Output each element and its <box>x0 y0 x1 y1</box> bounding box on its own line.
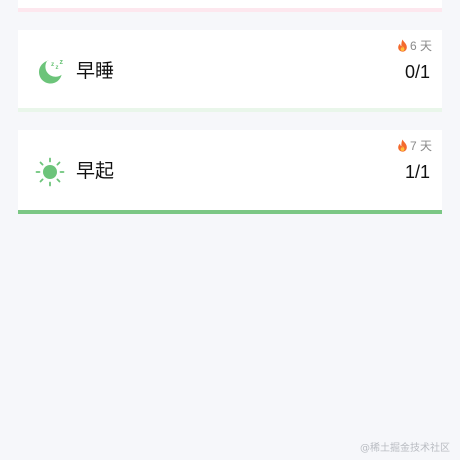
streak-text: 6 天 <box>409 39 432 53</box>
streak-badge: 7 天 <box>397 137 432 154</box>
fire-icon <box>398 139 407 152</box>
svg-text:z: z <box>51 61 55 68</box>
streak-badge: 6 天 <box>397 37 432 54</box>
progress-bar <box>18 108 442 112</box>
habit-card-partial[interactable] <box>18 0 442 12</box>
progress-fill <box>18 210 442 214</box>
streak-text: 7 天 <box>409 139 432 153</box>
habit-title: 早睡 <box>76 61 115 82</box>
fire-icon <box>398 39 407 52</box>
svg-text:z: z <box>60 59 64 66</box>
watermark: @稀土掘金技术社区 <box>360 443 450 454</box>
habit-list-screen: 6 天 z z z 早睡 0/1 7 天 早起 1/1 @稀土掘金技术社区 <box>0 0 460 460</box>
moon-sleep-icon: z z z <box>39 59 64 84</box>
habit-card-wake[interactable]: 7 天 早起 1/1 <box>18 130 442 214</box>
habit-card-sleep[interactable]: 6 天 z z z 早睡 0/1 <box>18 30 442 112</box>
progress-bar <box>18 210 442 214</box>
habit-title: 早起 <box>76 161 115 182</box>
sun-icon <box>35 157 65 187</box>
habit-count: 1/1 <box>404 162 430 182</box>
habit-count: 0/1 <box>404 62 430 82</box>
svg-text:z: z <box>56 65 59 71</box>
